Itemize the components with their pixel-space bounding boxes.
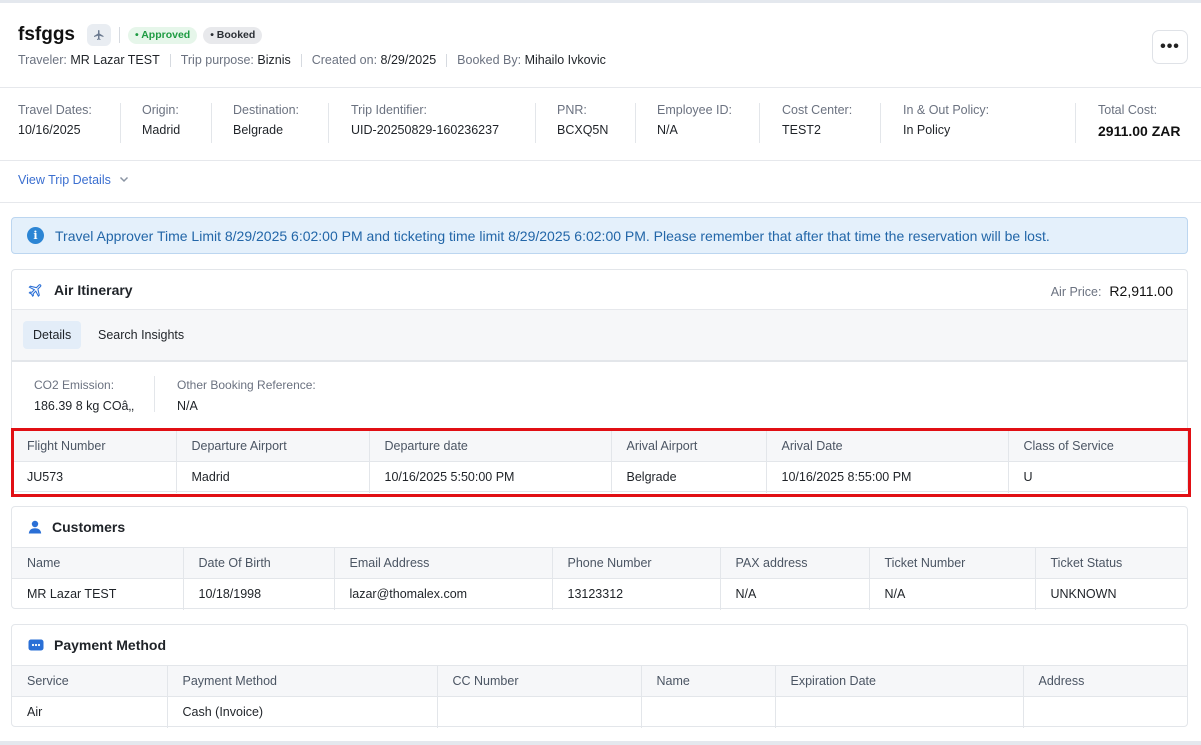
cell-date-of-birth: 10/18/1998 (183, 578, 335, 610)
trip-info-strip: Travel Dates: 10/16/2025 Origin: Madrid De… (0, 89, 1201, 161)
trip-header: fsfggs • Approved • Booked Traveler: MR … (0, 3, 1201, 88)
col-cc-number: CC Number (437, 665, 642, 697)
payment-table: Service Payment Method CC Number Name Ex… (12, 665, 1187, 728)
info-origin: Origin: Madrid (142, 103, 181, 137)
col-ticket-status: Ticket Status (1035, 547, 1187, 579)
info-total-cost: Total Cost: 2911.00 ZAR (1098, 103, 1181, 139)
col-service: Service (12, 665, 168, 697)
customers-card: Customers Name Date Of Birth Email Addre… (11, 506, 1188, 610)
cell-arrival-date: 10/16/2025 8:55:00 PM (766, 461, 1009, 493)
col-date-of-birth: Date Of Birth (183, 547, 335, 579)
cell-name: MR Lazar TEST (12, 578, 184, 610)
customers-title: Customers (52, 519, 126, 535)
air-itinerary-title: Air Itinerary (54, 282, 133, 298)
info-icon: i (27, 227, 44, 244)
cell-email: lazar@thomalex.com (334, 578, 553, 610)
flight-icon (28, 282, 44, 298)
col-email: Email Address (334, 547, 553, 579)
trip-title: fsfggs (18, 24, 75, 45)
meta-created-on: Created on: 8/29/2025 (311, 53, 437, 67)
approved-badge: • Approved (128, 26, 198, 44)
cell-pax-address: N/A (720, 578, 870, 610)
plane-icon (87, 24, 111, 46)
cell-address (1023, 696, 1187, 728)
cell-phone: 13123312 (552, 578, 721, 610)
cell-payment-method: Cash (Invoice) (167, 696, 438, 728)
table-header-row: Service Payment Method CC Number Name Ex… (12, 665, 1187, 697)
info-cost-center: Cost Center: TEST2 (782, 103, 853, 137)
col-phone: Phone Number (552, 547, 721, 579)
tab-details[interactable]: Details (23, 321, 82, 349)
view-trip-details-toggle[interactable]: View Trip Details (18, 173, 129, 187)
co2-emission: CO2 Emission: 186.39 8 kg COâ‚‚ (34, 378, 135, 413)
time-limit-alert: i Travel Approver Time Limit 8/29/2025 6… (11, 217, 1188, 254)
air-tabs: Details Search Insights (12, 310, 1187, 362)
other-booking-reference: Other Booking Reference: N/A (177, 378, 316, 413)
table-row: JU573 Madrid 10/16/2025 5:50:00 PM Belgr… (12, 461, 1187, 493)
col-card-name: Name (641, 665, 776, 697)
payment-header: Payment Method (28, 637, 166, 653)
cell-arrival-airport: Belgrade (611, 461, 767, 493)
flight-table: Flight Number Departure Airport Departur… (12, 430, 1187, 493)
col-address: Address (1023, 665, 1187, 697)
trip-details-page: fsfggs • Approved • Booked Traveler: MR … (0, 0, 1201, 745)
customers-table: Name Date Of Birth Email Address Phone N… (12, 547, 1187, 610)
col-pax-address: PAX address (720, 547, 870, 579)
meta-booked-by: Booked By: Mihailo Ivkovic (457, 53, 606, 67)
meta-traveler: Traveler: MR Lazar TEST (18, 53, 160, 67)
col-departure-airport: Departure Airport (176, 430, 370, 462)
info-destination: Destination: Belgrade (233, 103, 300, 137)
more-actions-button[interactable]: ••• (1152, 30, 1188, 64)
info-trip-identifier: Trip Identifier: UID-20250829-160236237 (351, 103, 500, 137)
title-row: fsfggs • Approved • Booked (18, 23, 263, 47)
booked-badge: • Booked (203, 26, 263, 44)
col-arrival-date: Arival Date (766, 430, 1009, 462)
col-name: Name (12, 547, 184, 579)
info-travel-dates: Travel Dates: 10/16/2025 (18, 103, 92, 137)
payment-title: Payment Method (54, 637, 167, 653)
cell-ticket-status: UNKNOWN (1035, 578, 1187, 610)
cell-ticket-number: N/A (869, 578, 1036, 610)
cell-card-name (641, 696, 776, 728)
divider (119, 27, 120, 43)
col-flight-number: Flight Number (12, 430, 177, 462)
user-icon (28, 520, 42, 534)
col-ticket-number: Ticket Number (869, 547, 1036, 579)
cell-expiration-date (775, 696, 1024, 728)
air-itinerary-card: Air Itinerary Air Price: R2,911.00 Detai… (11, 269, 1188, 493)
payment-method-card: Payment Method Service Payment Method CC… (11, 624, 1188, 728)
air-itinerary-header: Air Itinerary (28, 282, 133, 298)
info-pnr: PNR: BCXQ5N (557, 103, 609, 137)
air-price: Air Price: R2,911.00 (1050, 283, 1173, 299)
table-header-row: Flight Number Departure Airport Departur… (12, 430, 1187, 462)
cell-class-of-service: U (1008, 461, 1187, 493)
trip-meta: Traveler: MR Lazar TEST Trip purpose: Bi… (18, 53, 606, 67)
chevron-down-icon (119, 173, 129, 187)
cell-departure-date: 10/16/2025 5:50:00 PM (369, 461, 612, 493)
meta-trip-purpose: Trip purpose: Biznis (180, 53, 291, 67)
table-row: Air Cash (Invoice) (12, 696, 1187, 728)
table-header-row: Name Date Of Birth Email Address Phone N… (12, 547, 1187, 579)
col-expiration-date: Expiration Date (775, 665, 1024, 697)
table-row: MR Lazar TEST 10/18/1998 lazar@thomalex.… (12, 578, 1187, 610)
customers-header: Customers (28, 519, 125, 535)
info-employee-id: Employee ID: N/A (657, 103, 733, 137)
tab-search-insights[interactable]: Search Insights (88, 321, 194, 349)
cell-cc-number (437, 696, 642, 728)
col-class-of-service: Class of Service (1008, 430, 1187, 462)
cell-flight-number: JU573 (12, 461, 177, 493)
view-trip-details-label: View Trip Details (18, 173, 111, 187)
col-arrival-airport: Arival Airport (611, 430, 767, 462)
cell-departure-airport: Madrid (176, 461, 370, 493)
alert-text: Travel Approver Time Limit 8/29/2025 6:0… (55, 227, 1050, 244)
col-payment-method: Payment Method (167, 665, 438, 697)
cell-service: Air (12, 696, 168, 728)
info-policy: In & Out Policy: In Policy (903, 103, 990, 137)
payment-card-icon (28, 639, 44, 651)
col-departure-date: Departure date (369, 430, 612, 462)
